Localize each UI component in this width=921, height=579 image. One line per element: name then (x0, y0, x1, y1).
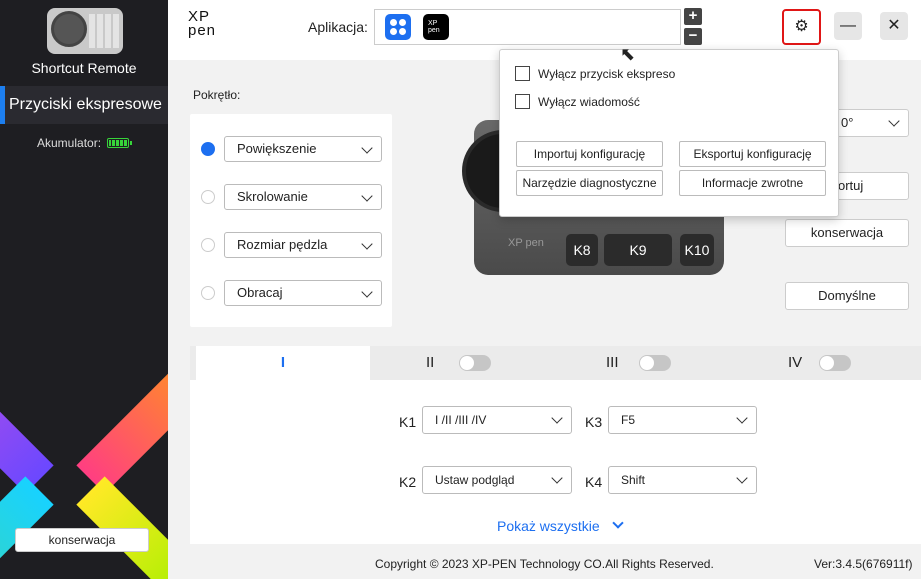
decoration-stripe (0, 366, 54, 494)
device-key[interactable]: K10 (680, 234, 714, 266)
checkbox[interactable] (515, 94, 530, 109)
remove-app-button[interactable]: − (684, 28, 702, 45)
device-logo: XP pen (508, 237, 544, 249)
all-apps-icon[interactable] (385, 14, 411, 40)
tab-iv-toggle[interactable] (819, 355, 851, 371)
key-label-k4: K4 (585, 474, 603, 490)
tab-ii[interactable]: II (426, 346, 434, 380)
dial-label: Pokrętło: (193, 88, 241, 102)
settings-popup: Wyłącz przycisk ekspreso Wyłącz wiadomoś… (499, 49, 839, 217)
battery-status: Akumulator: (37, 136, 133, 150)
chevron-down-icon (888, 115, 900, 127)
dial-option-row: Obracaj (200, 280, 382, 308)
rotation-dropdown[interactable]: 0° (830, 109, 909, 137)
disable-shortcut-checkbox-row[interactable]: Wyłącz przycisk ekspreso (515, 66, 675, 81)
export-config-button[interactable]: Eksportuj konfigurację (679, 141, 826, 167)
chevron-down-icon (612, 517, 624, 529)
chevron-down-icon (361, 142, 373, 154)
add-app-button[interactable]: + (684, 8, 702, 25)
device-key[interactable]: K8 (566, 234, 598, 266)
show-all-link[interactable]: Pokaż wszystkie (497, 517, 624, 534)
default-button[interactable]: Domyślne (785, 282, 909, 310)
chevron-down-icon (361, 238, 373, 250)
chevron-down-icon (361, 190, 373, 202)
app-label: Aplikacja: (308, 19, 368, 35)
dial-radio[interactable] (201, 286, 215, 300)
copyright-text: Copyright © 2023 XP-PEN Technology CO.Al… (375, 557, 714, 571)
device-thumbnail-icon (47, 8, 123, 54)
checkbox[interactable] (515, 66, 530, 81)
dial-dropdown[interactable]: Skrolowanie (224, 184, 382, 210)
chevron-down-icon (736, 472, 748, 484)
sidebar-item-label: Przyciski ekspresowe (9, 96, 162, 113)
close-button[interactable]: ✕ (880, 12, 908, 40)
chevron-down-icon (361, 286, 373, 298)
tab-ii-toggle[interactable] (459, 355, 491, 371)
feedback-button[interactable]: Informacje zwrotne (679, 170, 826, 196)
xppen-logo: XP pen (188, 8, 217, 39)
key-tabs-panel: I II III IV K1 I /II /III /IV K3 F5 K2 U… (190, 346, 921, 544)
tab-iii[interactable]: III (606, 346, 619, 380)
tab-bar: I II III IV (190, 346, 921, 380)
dial-options-card: Powiększenie Skrolowanie Rozmiar pędzla … (190, 114, 392, 327)
diagnostic-tool-button[interactable]: Narzędzie diagnostyczne (516, 170, 663, 196)
dial-radio[interactable] (201, 142, 215, 156)
dial-dropdown[interactable]: Rozmiar pędzla (224, 232, 382, 258)
key-label-k3: K3 (585, 414, 603, 430)
device-key[interactable]: K9 (604, 234, 672, 266)
tab-iii-toggle[interactable] (639, 355, 671, 371)
chevron-down-icon (551, 412, 563, 424)
key-k3-dropdown[interactable]: F5 (608, 406, 757, 434)
key-k2-dropdown[interactable]: Ustaw podgląd (422, 466, 572, 494)
battery-label: Akumulator: (37, 136, 102, 150)
key-k4-dropdown[interactable]: Shift (608, 466, 757, 494)
decoration-stripe (76, 366, 168, 494)
dial-dropdown[interactable]: Powiększenie (224, 136, 382, 162)
disable-message-checkbox-row[interactable]: Wyłącz wiadomość (515, 94, 640, 109)
tab-i[interactable]: I (196, 346, 370, 380)
profile-button[interactable]: konserwacja (785, 219, 909, 247)
chevron-down-icon (551, 472, 563, 484)
key-label-k2: K2 (399, 474, 417, 490)
minimize-button[interactable]: — (834, 12, 862, 40)
pen-app-icon[interactable]: XP pen (423, 14, 449, 40)
dial-radio[interactable] (201, 190, 215, 204)
key-label-k1: K1 (399, 414, 417, 430)
dial-radio[interactable] (201, 238, 215, 252)
import-config-button[interactable]: Importuj konfigurację (516, 141, 663, 167)
key-k1-dropdown[interactable]: I /II /III /IV (422, 406, 572, 434)
profile-button[interactable]: konserwacja (15, 528, 149, 552)
version-text: Ver:3.4.5(676911f) (814, 557, 913, 571)
device-name: Shortcut Remote (31, 60, 137, 76)
battery-icon (107, 138, 133, 148)
mouse-cursor-icon: ⬉ (620, 44, 636, 64)
sidebar: Shortcut Remote Przyciski ekspresowe Aku… (0, 0, 168, 579)
chevron-down-icon (736, 412, 748, 424)
dial-option-row: Powiększenie (200, 136, 382, 164)
dial-option-row: Rozmiar pędzla (200, 232, 382, 260)
app-selector: XP pen (374, 9, 681, 45)
dial-option-row: Skrolowanie (200, 184, 382, 212)
tab-iv[interactable]: IV (788, 346, 802, 380)
settings-gear-icon[interactable]: ⚙ (782, 9, 821, 45)
sidebar-item-shortcut-keys[interactable]: Przyciski ekspresowe (0, 86, 168, 124)
dial-dropdown[interactable]: Obracaj (224, 280, 382, 306)
